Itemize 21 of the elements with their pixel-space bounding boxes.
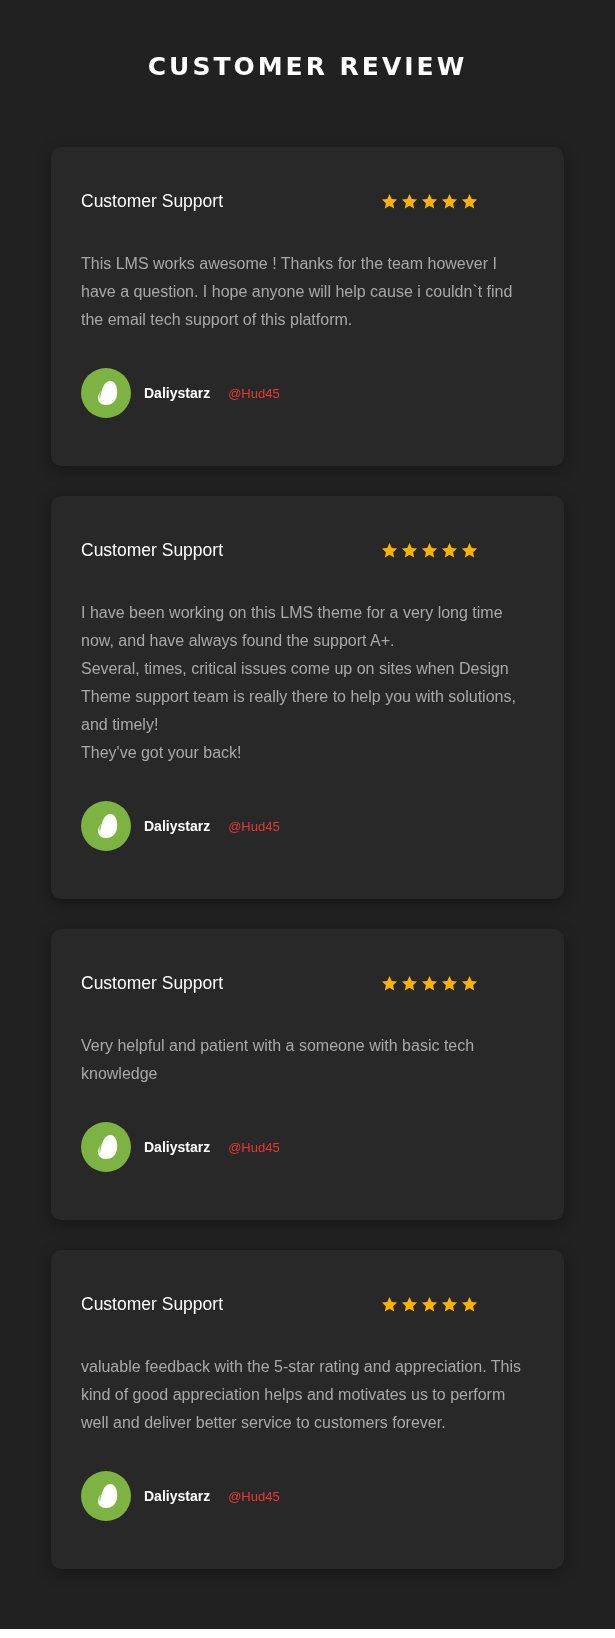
review-text: Very helpful and patient with a someone with basic tech knowledge	[81, 1036, 476, 1084]
avatar-icon	[81, 1471, 131, 1521]
review-heading: Customer Support	[81, 973, 224, 994]
author-handle[interactable]: @Hud45	[228, 1139, 280, 1155]
author-name: Daliystarz	[144, 385, 211, 401]
review-text: valuable feedback with the 5-star rating and appreciation. This kind of good appreciation helps and motivates us to perform well and deliver better service to customers forever.	[81, 1357, 522, 1433]
author-handle[interactable]: @Hud45	[228, 1488, 280, 1504]
review-text: I have been working on this LMS theme for a very long time now, and have always found the support A+. Several, times, critical issues come up on sites when Design Theme support team is really there to help you with solutions, and timely! They've got your back!	[81, 603, 517, 763]
author-name: Daliystarz	[144, 818, 211, 834]
author-name: Daliystarz	[144, 1488, 211, 1504]
author-handle[interactable]: @Hud45	[228, 385, 280, 401]
author-name: Daliystarz	[144, 1139, 211, 1155]
review-heading: Customer Support	[81, 540, 224, 561]
page-title: CUSTOMER REVIEW	[147, 52, 468, 81]
avatar-icon	[81, 801, 131, 851]
author-handle[interactable]: @Hud45	[228, 818, 280, 834]
review-heading: Customer Support	[81, 1294, 224, 1315]
avatar-icon	[81, 1122, 131, 1172]
review-text: This LMS works awesome ! Thanks for the team however I have a question. I hope anyone will help cause i couldn`t find the email tech support of this platform.	[81, 254, 514, 330]
review-heading: Customer Support	[81, 191, 224, 212]
avatar-icon	[81, 368, 131, 418]
